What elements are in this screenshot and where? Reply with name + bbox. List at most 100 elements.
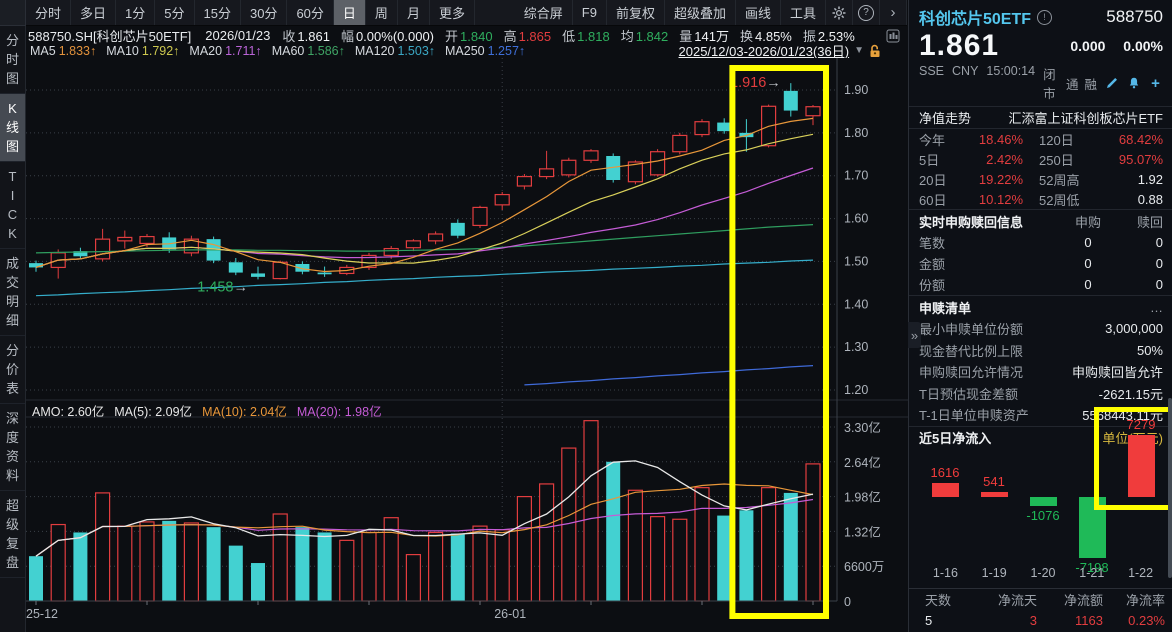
change-percent: 0.00% xyxy=(1123,38,1163,54)
sidebar-item-2[interactable]: TICK xyxy=(0,162,25,249)
sidebar-item-char: 超 xyxy=(6,496,19,515)
tab-period-9[interactable]: 月 xyxy=(398,0,430,25)
sidebar-item-char: 图 xyxy=(6,137,19,156)
etf-name: 科创芯片50ETF xyxy=(919,5,1031,29)
svg-text:1.20: 1.20 xyxy=(844,383,868,397)
stat-value: 5 xyxy=(909,613,971,628)
tab-period-1[interactable]: 多日 xyxy=(71,0,116,25)
kline-settings-icon[interactable] xyxy=(880,29,906,43)
sidebar-item-char: 复 xyxy=(6,534,19,553)
gear-icon[interactable] xyxy=(826,0,853,25)
chevron-right-icon[interactable]: › xyxy=(880,0,907,25)
tab-period-7[interactable]: 日 xyxy=(334,0,366,25)
flow-bar xyxy=(981,492,1008,497)
toolbar-item-1[interactable]: F9 xyxy=(573,0,607,25)
subs-row-0: 笔数00 xyxy=(909,232,1172,253)
toolbar-item-3[interactable]: 超级叠加 xyxy=(665,0,736,25)
list-header: 申赎清单 … xyxy=(909,295,1172,318)
status-item: CNY xyxy=(952,64,978,102)
stat-header: 净流天 xyxy=(971,590,1037,609)
sidebar-item-3[interactable]: 成交明细 xyxy=(0,249,25,336)
sidebar-item-char: I xyxy=(11,186,15,205)
flow-stats-headers: 天数净流天净流额净流率 xyxy=(909,589,1172,610)
tab-period-4[interactable]: 15分 xyxy=(195,0,241,25)
flow-x-label: 1-19 xyxy=(970,566,1019,580)
chevron-down-icon[interactable]: ▼ xyxy=(854,45,864,56)
toolbar-item-4[interactable]: 画线 xyxy=(736,0,781,25)
tab-period-10[interactable]: 更多 xyxy=(430,0,475,25)
margin-badges: 通融 xyxy=(1066,74,1097,93)
sidebar-item-char: K xyxy=(8,99,17,118)
badge-融: 融 xyxy=(1084,74,1097,93)
flow-col-1-20: -1076 xyxy=(1019,410,1068,562)
tab-period-5[interactable]: 30分 xyxy=(241,0,287,25)
list-row-3: T日预估现金差额-2621.15元 xyxy=(909,383,1172,405)
tab-period-3[interactable]: 5分 xyxy=(155,0,194,25)
bell-icon[interactable] xyxy=(1126,76,1141,91)
svg-text:0: 0 xyxy=(844,595,851,609)
svg-text:1.70: 1.70 xyxy=(844,169,868,183)
subs-row-2: 份额00 xyxy=(909,274,1172,295)
nav-fund-name: 汇添富上证科创板芯片ETF xyxy=(1008,108,1163,127)
kline-chart[interactable]: 1.901.801.701.601.501.401.301.203.30亿2.6… xyxy=(26,58,908,632)
subscription-rows: 笔数00金额00份额00 xyxy=(909,232,1172,295)
more-icon[interactable]: … xyxy=(1150,300,1163,315)
change-value: 0.000 xyxy=(1070,38,1105,54)
flow-x-label: 1-20 xyxy=(1019,566,1068,580)
toolbar-item-0[interactable]: 综合屏 xyxy=(515,0,573,25)
flow-col-1-19: 541 xyxy=(970,410,1019,562)
tab-period-8[interactable]: 周 xyxy=(366,0,398,25)
ma-legend-MA10: MA101.792↑ xyxy=(106,44,179,58)
sidebar-item-4[interactable]: 分价表 xyxy=(0,336,25,404)
svg-text:1.80: 1.80 xyxy=(844,126,868,140)
list-row-2: 申购赎回允许情况申购赎回皆允许 xyxy=(909,361,1172,383)
panel-expand-handle[interactable]: » xyxy=(908,322,921,348)
sidebar-item-char: 度 xyxy=(6,428,19,447)
list-title: 申赎清单 xyxy=(919,298,971,317)
svg-text:1.50: 1.50 xyxy=(844,254,868,268)
sidebar-item-char: 盘 xyxy=(6,553,19,572)
price-change: 0.000 0.00% xyxy=(1056,38,1163,54)
period-tabs: 分时多日1分5分15分30分60分日周月更多 xyxy=(26,0,475,25)
status-item: 15:00:14 xyxy=(986,64,1035,102)
perf-row-2: 20日19.22%52周高1.92 xyxy=(909,169,1172,189)
sidebar-item-char: 价 xyxy=(6,360,19,379)
tab-period-0[interactable]: 分时 xyxy=(26,0,71,25)
scrollbar-thumb[interactable] xyxy=(1168,398,1172,578)
sidebar-item-1[interactable]: K线图 xyxy=(0,94,25,162)
stat-header: 净流率 xyxy=(1103,590,1172,609)
amo-legend-1: MA(5): 2.09亿 xyxy=(114,401,192,420)
amo-legend-2: MA(10): 2.04亿 xyxy=(202,401,287,420)
help-icon[interactable]: ? xyxy=(853,0,880,25)
edit-icon[interactable] xyxy=(1104,76,1119,91)
tab-period-2[interactable]: 1分 xyxy=(116,0,155,25)
sidebar-item-char: 深 xyxy=(6,409,19,428)
stat-header: 净流额 xyxy=(1037,590,1103,609)
toolbar-item-5[interactable]: 工具 xyxy=(781,0,826,25)
unlock-icon[interactable] xyxy=(869,44,882,58)
svg-text:1.30: 1.30 xyxy=(844,340,868,354)
info-icon[interactable]: ! xyxy=(1037,10,1052,25)
add-watchlist-icon[interactable]: + xyxy=(1148,76,1163,91)
tab-period-6[interactable]: 60分 xyxy=(287,0,333,25)
sidebar-item-char: 时 xyxy=(6,50,19,69)
flow-col-1-16: 1616 xyxy=(921,410,970,562)
sidebar-item-char: 料 xyxy=(6,466,19,485)
flow-value-label: -1076 xyxy=(1013,508,1073,523)
etf-code: 588750 xyxy=(1106,7,1163,27)
toolbar: 综合屏F9前复权超级叠加画线工具?› xyxy=(515,0,907,25)
nav-row: 净值走势 汇添富上证科创板芯片ETF xyxy=(909,107,1172,129)
sidebar-item-0[interactable]: 分时图 xyxy=(0,26,25,94)
sidebar-item-6[interactable]: 超级复盘 xyxy=(0,491,25,578)
sidebar-item-char: 图 xyxy=(6,69,19,88)
highlight-box-flow xyxy=(1094,407,1172,510)
svg-text:1.458→: 1.458→ xyxy=(197,279,248,295)
sidebar-item-char: 分 xyxy=(6,31,19,50)
svg-text:1.916→: 1.916→ xyxy=(730,75,781,91)
quote-field-1: 幅0.00%(0.000) xyxy=(341,27,434,44)
panel-header: 科创芯片50ETF ! 588750 xyxy=(909,0,1172,29)
toolbar-item-2[interactable]: 前复权 xyxy=(607,0,665,25)
flow-value-label: 541 xyxy=(964,474,1024,489)
svg-text:1.60: 1.60 xyxy=(844,212,868,226)
sidebar-item-5[interactable]: 深度资料 xyxy=(0,404,25,491)
